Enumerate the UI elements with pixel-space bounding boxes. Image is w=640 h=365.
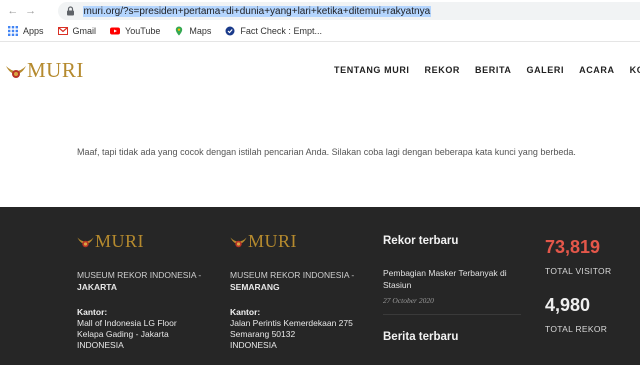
museum-name-semarang: MUSEUM REKOR INDONESIA - SEMARANG: [230, 269, 370, 293]
muri-logo[interactable]: MURI: [6, 58, 84, 83]
nav-rekor[interactable]: REKOR: [425, 65, 461, 75]
footer-col-latest: Rekor terbaru Pembagian Masker Terbanyak…: [383, 235, 528, 343]
muri-emblem-icon: [230, 237, 247, 248]
museum-name-line: MUSEUM REKOR INDONESIA -: [77, 270, 202, 280]
address-line: Mall of Indonesia LG Floor: [77, 318, 177, 328]
museum-name-line: MUSEUM REKOR INDONESIA -: [230, 270, 355, 280]
muri-emblem-icon: [77, 237, 94, 248]
address-line: INDONESIA: [77, 340, 124, 350]
footer-col-stats: 73,819 TOTAL VISITOR 4,980 TOTAL REKOR: [545, 237, 635, 334]
browser-chrome: ← → muri.org/?s=presiden+pertama+di+duni…: [0, 0, 640, 42]
logo-text: MURI: [27, 58, 84, 82]
nav-berita[interactable]: BERITA: [475, 65, 511, 75]
lock-icon[interactable]: [66, 6, 75, 16]
address-semarang: Kantor: Jalan Perintis Kemerdekaan 275 S…: [230, 307, 370, 351]
site-header: MURI TENTANG MURI REKOR BERITA GALERI AC…: [0, 42, 640, 100]
bookmark-label: Maps: [189, 26, 212, 36]
latest-record-link[interactable]: Pembagian Masker Terbanyak di Stasiun: [383, 267, 523, 291]
kantor-label: Kantor:: [230, 307, 261, 317]
nav-galeri[interactable]: GALERI: [526, 65, 564, 75]
bookmark-youtube[interactable]: YouTube: [110, 26, 160, 36]
nav-acara[interactable]: ACARA: [579, 65, 615, 75]
footer-logo[interactable]: MURI: [230, 231, 370, 252]
bookmark-gmail[interactable]: Gmail: [57, 26, 97, 36]
bookmark-label: YouTube: [125, 26, 161, 36]
back-arrow-icon[interactable]: ←: [6, 5, 20, 17]
footer-col-jakarta: MURI MUSEUM REKOR INDONESIA - JAKARTA Ka…: [77, 231, 217, 351]
bookmark-label: Apps: [23, 26, 44, 36]
address-line: INDONESIA: [230, 340, 277, 350]
rekor-terbaru-heading: Rekor terbaru: [383, 235, 459, 247]
apps-grid-icon: [8, 26, 18, 36]
address-line: Jalan Perintis Kemerdekaan 275: [230, 318, 353, 328]
address-bar-row: ← → muri.org/?s=presiden+pertama+di+duni…: [0, 0, 640, 22]
latest-record-date: 27 October 2020: [383, 296, 434, 305]
fact-check-icon: [225, 26, 235, 36]
maps-icon: [174, 26, 184, 36]
berita-terbaru-heading: Berita terbaru: [383, 331, 459, 343]
bookmark-label: Gmail: [72, 26, 97, 36]
address-line: Kelapa Gading - Jakarta: [77, 329, 169, 339]
museum-city: SEMARANG: [230, 282, 280, 292]
bookmark-apps[interactable]: Apps: [8, 26, 44, 36]
no-results-message: Maaf, tapi tidak ada yang cocok dengan i…: [77, 147, 576, 157]
museum-name-jakarta: MUSEUM REKOR INDONESIA - JAKARTA: [77, 269, 217, 293]
bookmark-maps[interactable]: Maps: [174, 26, 211, 36]
logo-text: MURI: [95, 231, 145, 251]
logo-text: MURI: [248, 231, 298, 251]
url-text[interactable]: muri.org/?s=presiden+pertama+di+dunia+ya…: [82, 5, 432, 17]
nav-tentang-muri[interactable]: TENTANG MURI: [334, 65, 410, 75]
footer-col-semarang: MURI MUSEUM REKOR INDONESIA - SEMARANG K…: [230, 231, 370, 351]
gmail-icon: [57, 26, 68, 36]
muri-emblem-icon: [6, 65, 26, 78]
address-bar[interactable]: muri.org/?s=presiden+pertama+di+dunia+ya…: [57, 2, 640, 20]
address-line: Semarang 50132: [230, 329, 296, 339]
total-visitor-label: TOTAL VISITOR: [545, 266, 612, 276]
youtube-icon: [110, 26, 121, 36]
total-record-count: 4,980: [545, 295, 591, 315]
footer-logo[interactable]: MURI: [77, 231, 217, 252]
bookmarks-bar: Apps Gmail YouTube Maps Fact Check : Emp…: [0, 22, 640, 40]
address-jakarta: Kantor: Mall of Indonesia LG Floor Kelap…: [77, 307, 217, 351]
kantor-label: Kantor:: [77, 307, 108, 317]
bookmark-fact-check[interactable]: Fact Check : Empt...: [225, 26, 322, 36]
bookmark-label: Fact Check : Empt...: [240, 26, 322, 36]
divider: [383, 314, 521, 315]
site-footer: MURI MUSEUM REKOR INDONESIA - JAKARTA Ka…: [0, 207, 640, 365]
museum-city: JAKARTA: [77, 282, 117, 292]
total-visitor-count: 73,819: [545, 237, 601, 257]
total-record-label: TOTAL REKOR: [545, 324, 608, 334]
search-results-area: Maaf, tapi tidak ada yang cocok dengan i…: [0, 100, 640, 207]
nav-kontak[interactable]: KONTAK: [630, 65, 640, 75]
forward-arrow-icon[interactable]: →: [24, 5, 38, 17]
main-nav: TENTANG MURI REKOR BERITA GALERI ACARA K…: [334, 65, 640, 75]
